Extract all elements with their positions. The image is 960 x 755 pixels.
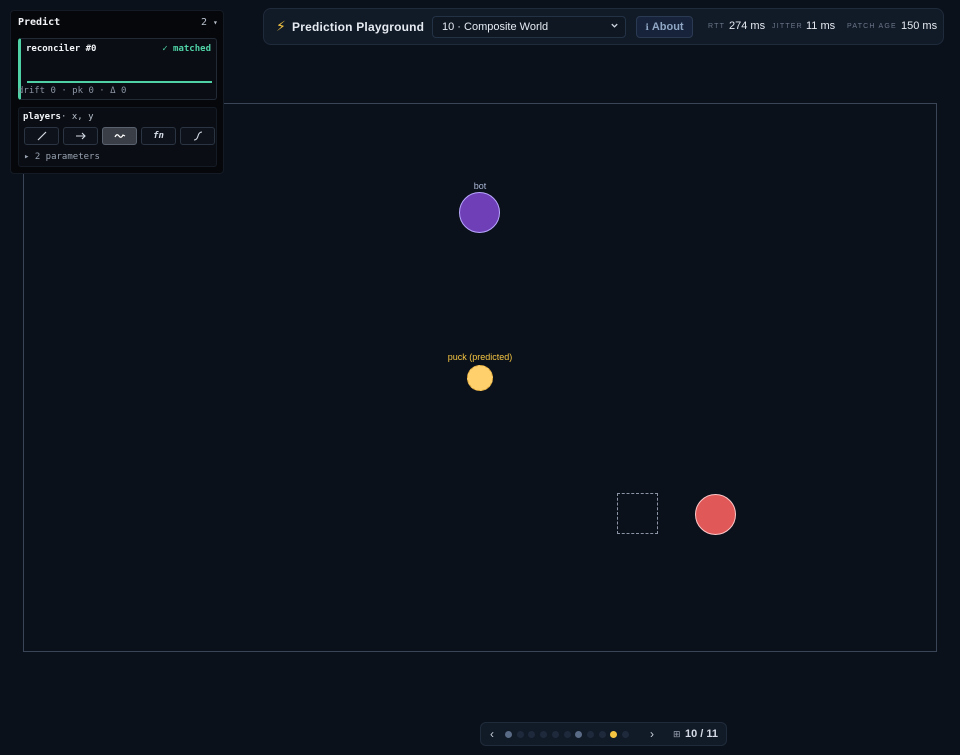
chevron-down-icon xyxy=(610,21,619,32)
tool-fn-button[interactable]: fn xyxy=(141,127,176,145)
pager-dot-11[interactable] xyxy=(622,731,629,738)
pager-dot-8[interactable] xyxy=(586,731,594,738)
players-card: players · x, y fn ▸ 2 parameters xyxy=(18,107,217,167)
jitter-value: 11 ms xyxy=(806,20,836,32)
pager-dot-5[interactable] xyxy=(551,731,559,738)
puck-predicted[interactable] xyxy=(467,365,493,391)
caret-right-icon: ▸ xyxy=(24,152,35,162)
players-vars: · x, y xyxy=(61,112,94,122)
pager-dot-1[interactable] xyxy=(505,731,512,738)
lightning-icon: ⚡ xyxy=(276,18,286,34)
top-bar: ⚡ Prediction Playground 10 · Composite W… xyxy=(263,8,944,45)
grid-icon[interactable]: ⊞ xyxy=(673,729,681,740)
app-title: Prediction Playground xyxy=(292,20,425,34)
tool-wave-button[interactable] xyxy=(102,127,137,145)
bot-entity[interactable] xyxy=(459,192,500,233)
scenario-select[interactable]: 10 · Composite World xyxy=(432,16,626,38)
reconciler-name: reconciler #0 xyxy=(26,44,97,54)
linear-icon xyxy=(37,131,46,141)
step-icon xyxy=(193,131,202,141)
predict-panel: Predict 2 ▾ reconciler #0 ✓ matched drif… xyxy=(10,10,224,174)
pager-dot-3[interactable] xyxy=(528,731,536,738)
rtt-value: 274 ms xyxy=(729,20,766,32)
next-arrow-icon[interactable]: › xyxy=(650,727,654,741)
about-button[interactable]: ℹ About xyxy=(636,16,693,38)
pager-dot-10[interactable] xyxy=(610,731,618,738)
tool-step-button[interactable] xyxy=(180,127,215,145)
tool-linear-button[interactable] xyxy=(24,127,59,145)
patch-age-value: 150 ms xyxy=(901,20,938,32)
pager-dot-4[interactable] xyxy=(540,731,548,738)
reconciler-status: ✓ matched xyxy=(162,44,211,54)
pager-dot-2[interactable] xyxy=(516,731,524,738)
tool-arrow-button[interactable] xyxy=(63,127,98,145)
drift-sparkline xyxy=(27,81,212,83)
scenario-pager: ‹ › ⊞ 10 / 11 xyxy=(480,722,727,746)
bot-label: bot xyxy=(473,181,487,191)
player-entity[interactable] xyxy=(695,494,736,535)
arrow-icon xyxy=(75,132,86,140)
pager-dot-9[interactable] xyxy=(598,731,606,738)
scenario-select-value: 10 · Composite World xyxy=(442,21,549,33)
jitter-label: JITTER xyxy=(772,23,803,30)
patch-age-label: PATCH AGE xyxy=(847,23,897,30)
server-ghost-box xyxy=(617,493,658,534)
parameters-toggle[interactable]: ▸ 2 parameters xyxy=(24,152,100,162)
wave-icon xyxy=(113,134,125,138)
about-label: About xyxy=(651,21,684,33)
pager-counter: 10 / 11 xyxy=(685,728,719,740)
panel-title: Predict xyxy=(18,17,61,28)
rtt-label: RTT xyxy=(708,23,726,30)
pager-dot-6[interactable] xyxy=(563,731,571,738)
tool-fn-label: fn xyxy=(153,131,164,141)
parameters-label: 2 parameters xyxy=(34,152,100,162)
players-title: players xyxy=(23,112,61,122)
pager-dot-7[interactable] xyxy=(575,731,583,738)
reconciler-metrics: drift 0 · pk 0 · Δ 0 xyxy=(18,86,127,96)
panel-count: 2 xyxy=(201,17,208,28)
prev-arrow-icon[interactable]: ‹ xyxy=(490,727,494,741)
puck-label: puck (predicted) xyxy=(447,352,513,362)
collapse-caret-icon[interactable]: ▾ xyxy=(213,18,218,27)
info-icon: ℹ xyxy=(645,22,649,32)
